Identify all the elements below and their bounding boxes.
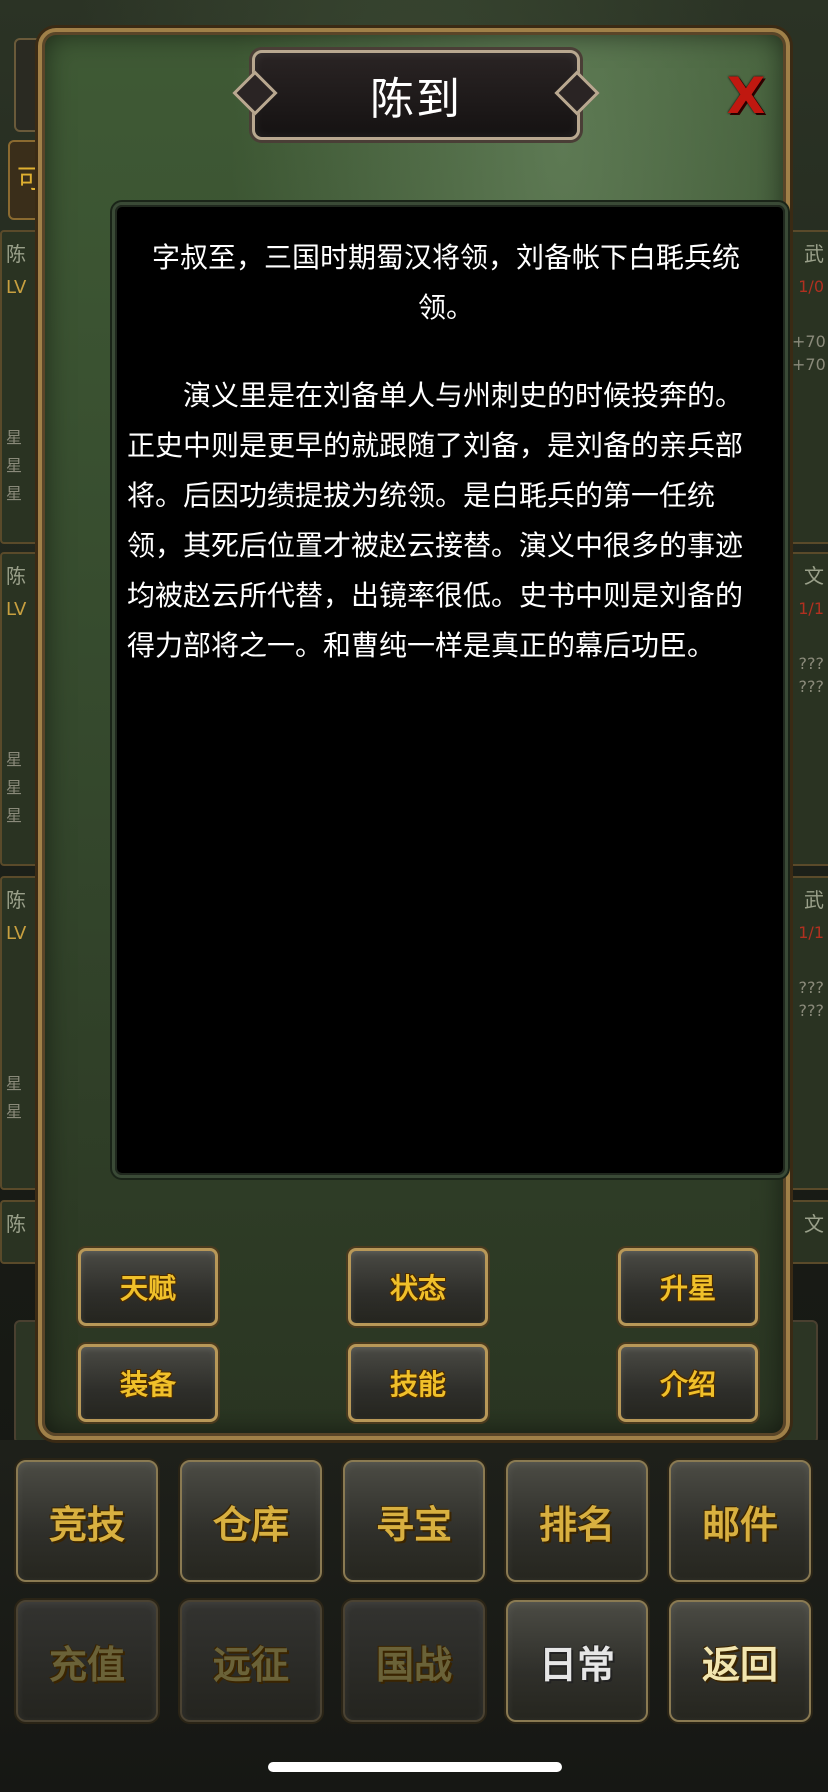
- warehouse-button[interactable]: 仓库: [180, 1460, 322, 1582]
- background-hero-card-right: 武 1/0 +70 +70: [786, 230, 828, 544]
- status-button[interactable]: 状态: [348, 1248, 488, 1326]
- ranking-button[interactable]: 排名: [506, 1460, 648, 1582]
- hero-card-stat: +70: [792, 332, 826, 351]
- hero-card-stat: ???: [798, 654, 824, 673]
- hero-card-type: 文: [804, 1212, 824, 1236]
- skill-button[interactable]: 技能: [348, 1344, 488, 1422]
- recharge-button[interactable]: 充值: [16, 1600, 158, 1722]
- bio-text-box[interactable]: 字叔至，三国时期蜀汉将领，刘备帐下白毦兵统领。 演义里是在刘备单人与州刺史的时候…: [112, 202, 788, 1178]
- background-hero-card-right: 文 1/1 ??? ???: [786, 552, 828, 866]
- hero-card-type: 武: [804, 242, 824, 266]
- intro-button[interactable]: 介绍: [618, 1344, 758, 1422]
- home-indicator[interactable]: [268, 1762, 562, 1772]
- hero-card-stat: +70: [792, 355, 826, 374]
- dialog-title: 陈到: [370, 74, 462, 125]
- mail-button[interactable]: 邮件: [669, 1460, 811, 1582]
- bio-paragraph: 演义里是在刘备单人与州刺史的时候投奔的。正史中则是更早的就跟随了刘备，是刘备的亲…: [127, 379, 744, 662]
- back-button[interactable]: 返回: [669, 1600, 811, 1722]
- hero-card-stat: ???: [798, 978, 824, 997]
- hero-card-count: 1/1: [798, 599, 824, 618]
- background-hero-card-right: 武 1/1 ??? ???: [786, 876, 828, 1190]
- hero-card-count: 1/0: [798, 277, 824, 296]
- equipment-button[interactable]: 装备: [78, 1344, 218, 1422]
- title-plate: 陈到: [252, 50, 580, 140]
- close-icon[interactable]: X: [722, 68, 770, 124]
- bio-paragraph: 字叔至，三国时期蜀汉将领，刘备帐下白毦兵统领。: [151, 241, 740, 324]
- daily-button[interactable]: 日常: [506, 1600, 648, 1722]
- expedition-button[interactable]: 远征: [180, 1600, 322, 1722]
- arena-button[interactable]: 竞技: [16, 1460, 158, 1582]
- hero-intro-dialog: 陈到 X 字叔至，三国时期蜀汉将领，刘备帐下白毦兵统领。 演义里是在刘备单人与州…: [38, 28, 790, 1440]
- background-hero-card-right: 文: [786, 1200, 828, 1264]
- hero-card-count: 1/1: [798, 923, 824, 942]
- hero-card-type: 文: [804, 564, 824, 588]
- nation-war-button[interactable]: 国战: [343, 1600, 485, 1722]
- hero-card-stat: ???: [798, 677, 824, 696]
- treasure-hunt-button[interactable]: 寻宝: [343, 1460, 485, 1582]
- star-up-button[interactable]: 升星: [618, 1248, 758, 1326]
- talent-button[interactable]: 天赋: [78, 1248, 218, 1326]
- hero-card-stat: ???: [798, 1001, 824, 1020]
- hero-card-type: 武: [804, 888, 824, 912]
